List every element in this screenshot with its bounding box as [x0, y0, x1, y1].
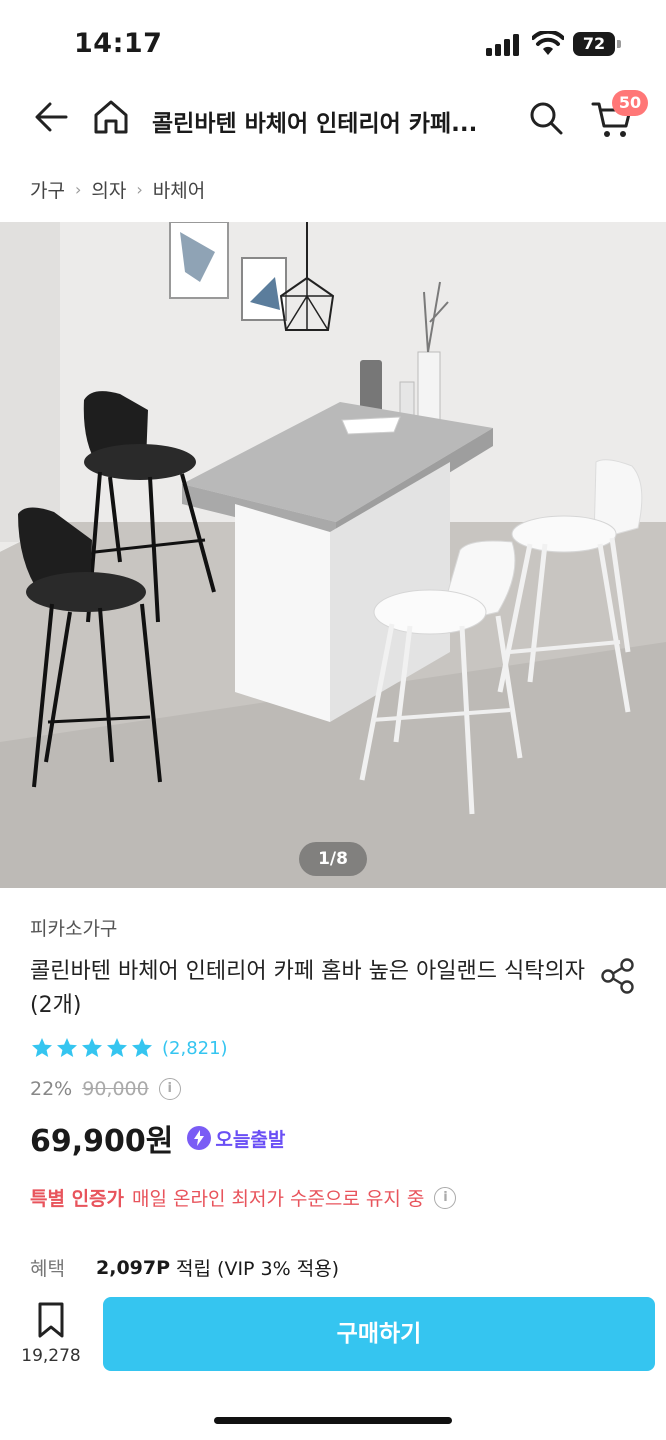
breadcrumb-item-chair[interactable]: 의자: [91, 176, 126, 203]
star-icon: [107, 1038, 127, 1057]
benefit-label: 혜택: [30, 1258, 65, 1280]
image-counter: 1/8: [299, 842, 367, 876]
share-icon[interactable]: [598, 956, 638, 996]
star-icon: [82, 1038, 102, 1057]
product-name: 콜린바텐 바체어 인테리어 카페 홈바 높은 아일랜드 식탁의자(2개): [30, 959, 585, 1018]
battery-icon: 72: [573, 32, 621, 56]
today-delivery-badge: 오늘출발: [187, 1125, 285, 1152]
breadcrumb: 가구 › 의자 › 바체어: [30, 176, 205, 203]
benefit-points: 2,097P: [96, 1256, 171, 1279]
info-icon[interactable]: i: [158, 1078, 181, 1100]
buy-button[interactable]: 구매하기: [103, 1297, 655, 1371]
home-indicator: [214, 1417, 452, 1424]
status-time: 14:17: [74, 28, 163, 59]
today-delivery-label: 오늘출발: [215, 1128, 286, 1151]
star-icon: [57, 1038, 77, 1057]
info-icon[interactable]: i: [434, 1186, 457, 1209]
bottom-action-bar: 19,278 구매하기: [0, 1290, 666, 1440]
review-count[interactable]: (2,821): [162, 1038, 228, 1059]
rating[interactable]: (2,821): [30, 1036, 228, 1060]
price-row: 69,900원 오늘출발: [30, 1116, 285, 1160]
discount-rate: 22%: [30, 1078, 73, 1100]
lightning-icon: [187, 1126, 212, 1150]
status-bar: 14:17 72: [0, 0, 666, 88]
home-icon[interactable]: [90, 96, 132, 138]
discount-row: 22% 90,000 i: [30, 1078, 181, 1100]
bookmark-button[interactable]: 19,278: [18, 1300, 84, 1366]
benefit-row: 혜택 2,097P 적립 (VIP 3% 적용): [30, 1254, 339, 1281]
chevron-right-icon: ›: [136, 180, 143, 199]
original-price: 90,000: [82, 1078, 149, 1100]
breadcrumb-item-furniture[interactable]: 가구: [30, 176, 65, 203]
star-icon: [32, 1038, 52, 1057]
breadcrumb-item-bar-chair[interactable]: 바체어: [153, 176, 205, 203]
certified-label: 특별 인증가: [30, 1188, 125, 1210]
top-nav: 콜린바텐 바체어 인테리어 카페...: [0, 88, 666, 152]
certified-price-row: 특별 인증가 매일 온라인 최저가 수준으로 유지 중 i: [30, 1184, 457, 1211]
wifi-icon: [532, 31, 564, 55]
bookmark-icon: [38, 1302, 64, 1338]
sale-price: 69,900원: [30, 1124, 174, 1159]
star-icon: [132, 1038, 152, 1057]
product-image[interactable]: [0, 222, 666, 888]
benefit-text: 적립 (VIP 3% 적용): [176, 1258, 340, 1280]
chevron-right-icon: ›: [74, 180, 82, 199]
certified-text: 매일 온라인 최저가 수준으로 유지 중: [132, 1188, 425, 1210]
cart-count-badge: 50: [612, 90, 648, 116]
back-arrow-icon[interactable]: [30, 96, 72, 138]
signal-icon: [486, 34, 519, 56]
brand-name[interactable]: 피카소가구: [30, 914, 117, 941]
bookmark-count: 19,278: [21, 1346, 81, 1366]
star-rating: [30, 1036, 154, 1060]
battery-level: 72: [573, 32, 615, 56]
header-title: 콜린바텐 바체어 인테리어 카페...: [152, 111, 478, 137]
search-icon[interactable]: [526, 98, 566, 138]
